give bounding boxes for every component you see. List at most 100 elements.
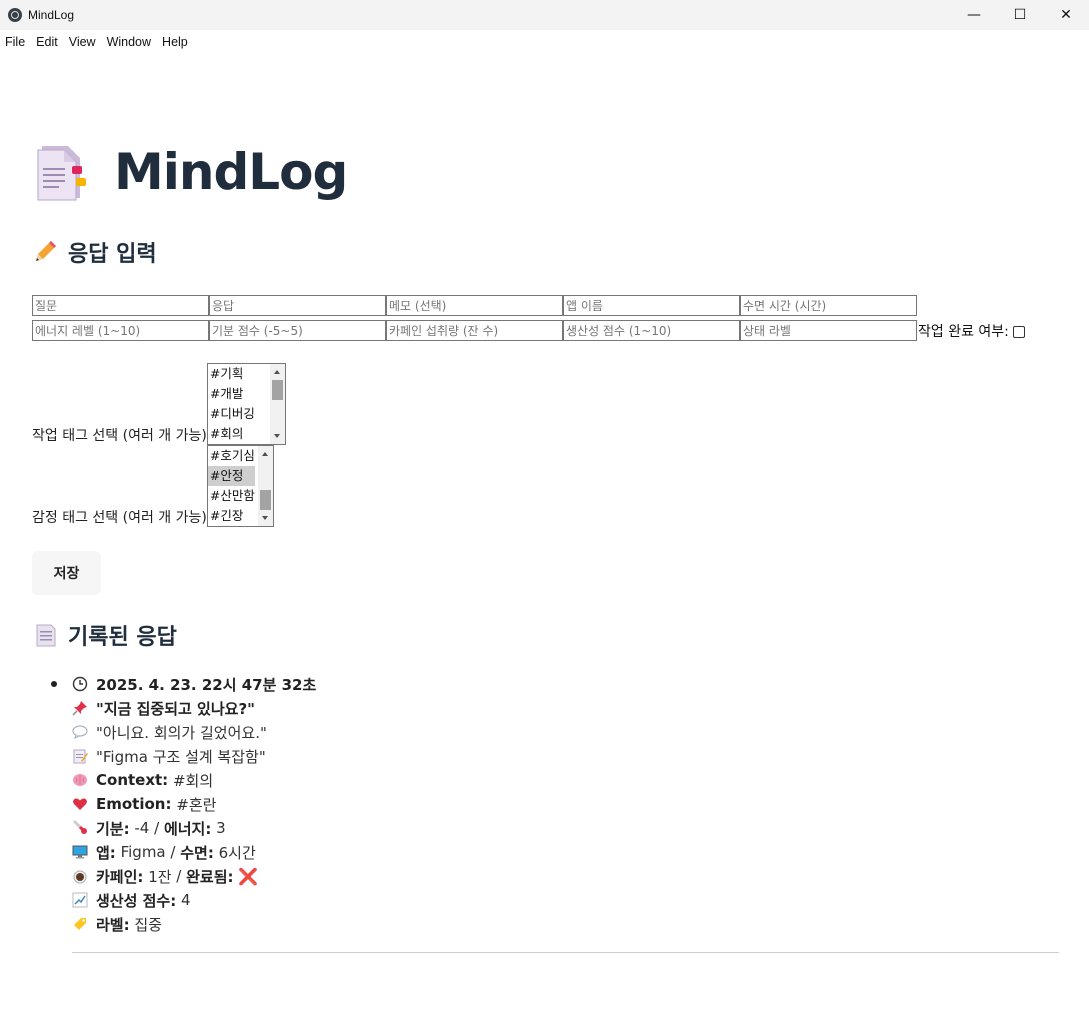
memo-input[interactable] — [386, 295, 563, 316]
record-energy-value: 3 — [216, 819, 226, 837]
close-button[interactable]: ✕ — [1043, 0, 1089, 30]
input-form: 작업 완료 여부: — [32, 293, 1062, 343]
record-mood-value: -4 — [134, 819, 150, 837]
emotion-tags-row: 감정 태그 선택 (여러 개 가능) #호기심 #안정 #산만함 #긴장 — [32, 445, 274, 527]
input-row-1 — [32, 293, 1062, 318]
record-app-value: Figma — [120, 843, 166, 861]
sleep-hours-input[interactable] — [740, 295, 917, 316]
scroll-down-icon[interactable] — [273, 434, 280, 438]
work-tags-label: 작업 태그 선택 (여러 개 가능) — [32, 428, 207, 444]
memo-small-icon — [72, 748, 88, 764]
question-input[interactable] — [32, 295, 209, 316]
mood-score-input[interactable] — [209, 320, 386, 341]
done-checkbox[interactable] — [1012, 325, 1025, 338]
app-name-input[interactable] — [563, 295, 740, 316]
record-divider — [72, 952, 1059, 953]
speech-bubble-icon — [72, 724, 88, 740]
scroll-thumb[interactable] — [271, 380, 283, 400]
energy-level-input[interactable] — [32, 320, 209, 341]
heart-icon — [72, 796, 88, 812]
menu-edit[interactable]: Edit — [36, 35, 58, 49]
clock-icon — [72, 676, 88, 692]
records-list: 2025. 4. 23. 22시 47분 32초 "지금 집중되고 있나요?" … — [32, 672, 1062, 953]
input-row-2: 작업 완료 여부: — [32, 318, 1062, 343]
minimize-button[interactable]: — — [951, 0, 997, 30]
record-caffeine-line: 카페인: 1잔 / 완료됨: ❌ — [72, 864, 1062, 888]
record-emotion-value: #혼란 — [176, 795, 217, 814]
record-energy-label: 에너지: — [163, 819, 212, 838]
close-icon: ✕ — [1060, 7, 1072, 23]
record-status-value: 집중 — [134, 915, 162, 934]
record-caffeine-label: 카페인: — [96, 867, 144, 886]
record-mood-label: 기분: — [96, 819, 130, 838]
productivity-score-input[interactable] — [563, 320, 740, 341]
record-emotion-line: Emotion: #혼란 — [72, 792, 1062, 816]
work-tags-row: 작업 태그 선택 (여러 개 가능) #기획 #개발 #디버깅 #회의 — [32, 363, 286, 445]
app-icon — [8, 8, 22, 22]
work-tags-scrollbar[interactable] — [269, 364, 285, 444]
done-label: 작업 완료 여부: — [918, 323, 1009, 340]
record-question-line: "지금 집중되고 있나요?" — [72, 696, 1062, 720]
record-answer-line: "아니요. 회의가 길었어요." — [72, 720, 1062, 744]
records-section-heading: 기록된 응답 — [32, 619, 177, 651]
record-context-value: #회의 — [172, 771, 214, 790]
record-caffeine-value: 1잔 — [148, 867, 172, 886]
record-app-line: 앱: Figma / 수면: 6시간 — [72, 840, 1062, 864]
emotion-tags-scrollbar[interactable] — [257, 446, 273, 526]
caffeine-input[interactable] — [386, 320, 563, 341]
menu-view[interactable]: View — [69, 35, 96, 49]
menu-help[interactable]: Help — [162, 35, 188, 49]
pushpin-icon — [72, 700, 88, 716]
record-productivity-label: 생산성 점수: — [96, 891, 177, 910]
maximize-icon: ☐ — [1013, 7, 1027, 23]
record-emotion-label: Emotion: — [96, 795, 172, 813]
record-productivity-value: 4 — [181, 891, 191, 909]
status-label-input[interactable] — [740, 320, 917, 341]
record-question: "지금 집중되고 있나요?" — [96, 699, 255, 718]
record-done-label: 완료됨: — [186, 867, 234, 886]
record-memo-line: "Figma 구조 설계 복잡함" — [72, 744, 1062, 768]
emotion-tags-label: 감정 태그 선택 (여러 개 가능) — [32, 510, 207, 526]
record-memo: "Figma 구조 설계 복잡함" — [96, 747, 266, 766]
record-context-line: Context: #회의 — [72, 768, 1062, 792]
brain-icon — [72, 772, 88, 788]
scroll-up-icon[interactable] — [261, 452, 268, 456]
coffee-icon — [72, 868, 88, 884]
record-answer: "아니요. 회의가 길었어요." — [96, 723, 267, 742]
page-heading: MindLog — [32, 142, 348, 202]
record-item: 2025. 4. 23. 22시 47분 32초 "지금 집중되고 있나요?" … — [32, 672, 1062, 953]
scroll-down-icon[interactable] — [261, 516, 268, 520]
window-controls: — ☐ ✕ — [951, 0, 1089, 30]
record-productivity-line: 생산성 점수: 4 — [72, 888, 1062, 912]
save-button[interactable]: 저장 — [32, 551, 101, 595]
cross-mark-icon: ❌ — [238, 866, 259, 886]
record-status-label: 라벨: — [96, 915, 130, 934]
answer-input[interactable] — [209, 295, 386, 316]
chart-increasing-icon — [72, 892, 88, 908]
menu-bar: File Edit View Window Help — [0, 30, 1089, 54]
record-app-label: 앱: — [96, 843, 116, 862]
maximize-button[interactable]: ☐ — [997, 0, 1043, 30]
thermometer-icon — [72, 820, 88, 836]
record-mood-line: 기분: -4 / 에너지: 3 — [72, 816, 1062, 840]
window-title: MindLog — [28, 8, 75, 22]
document-icon — [32, 622, 58, 648]
page-title: MindLog — [114, 143, 348, 201]
scroll-thumb[interactable] — [259, 490, 271, 510]
menu-window[interactable]: Window — [107, 35, 151, 49]
menu-file[interactable]: File — [5, 35, 25, 49]
work-tags-listbox[interactable]: #기획 #개발 #디버깅 #회의 — [206, 363, 286, 445]
record-sleep-value: 6시간 — [218, 843, 256, 862]
records-section-title: 기록된 응답 — [68, 625, 177, 650]
emotion-tag-option[interactable]: #호기심 — [208, 446, 258, 466]
scroll-up-icon[interactable] — [273, 370, 280, 374]
input-section-heading: 응답 입력 — [32, 236, 157, 268]
record-sleep-label: 수면: — [180, 843, 214, 862]
record-timestamp-line: 2025. 4. 23. 22시 47분 32초 — [72, 672, 1062, 696]
computer-icon — [72, 844, 88, 860]
emotion-tag-option-selected[interactable]: #안정 — [207, 466, 255, 486]
pencil-icon — [32, 239, 58, 265]
emotion-tags-listbox[interactable]: #호기심 #안정 #산만함 #긴장 — [206, 445, 274, 527]
record-timestamp: 2025. 4. 23. 22시 47분 32초 — [96, 675, 317, 694]
record-status-line: 라벨: 집중 — [72, 912, 1062, 936]
